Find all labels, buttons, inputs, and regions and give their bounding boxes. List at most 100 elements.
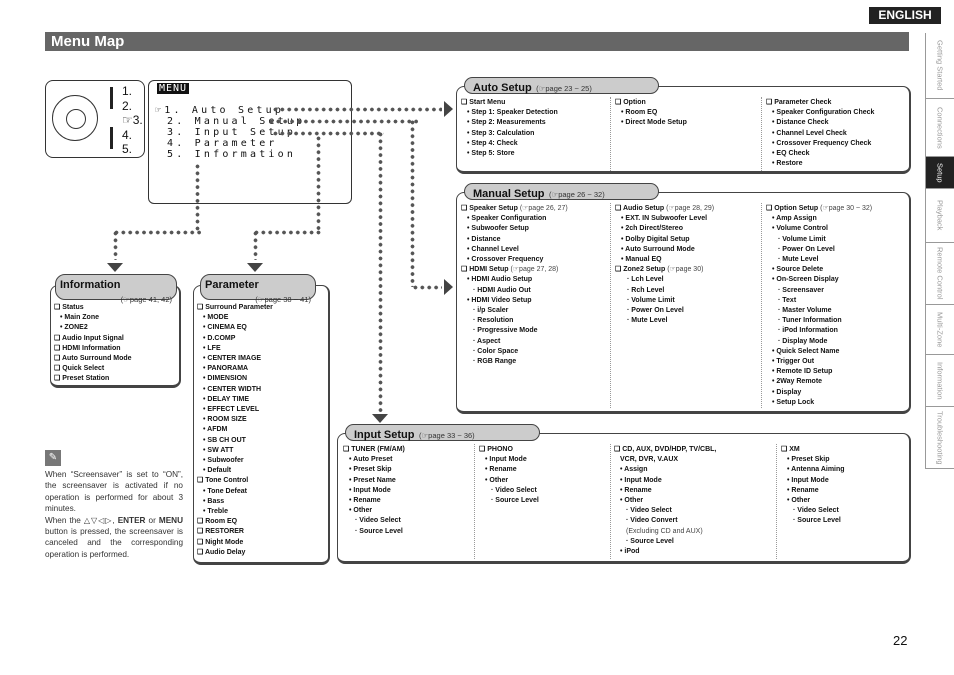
- menu-entry: • Manual EQ: [615, 255, 714, 265]
- manual-setup-col-3: ❑ Option Setup (☞page 30 ~ 32) • Amp Assi…: [766, 204, 872, 408]
- input-setup-page-ref: (☞page 33 ~ 36): [418, 431, 475, 440]
- parameter-tab[interactable]: Parameter (☞page 38 ~ 41): [200, 274, 316, 304]
- menu-entry: · Screensaver: [766, 286, 872, 296]
- menu-entry: • Input Mode: [343, 486, 405, 496]
- entry-label: · RGB Range: [473, 358, 517, 366]
- menu-entry: • Step 3: Calculation: [461, 129, 558, 139]
- menu-screen: MENU ☞1. Auto Setup 2. Manual Setup 3. I…: [148, 80, 352, 204]
- menu-entry: • Input Mode: [614, 476, 716, 486]
- side-tab-playback[interactable]: Playback: [925, 189, 954, 243]
- menu-entry: • Other: [614, 496, 716, 506]
- menu-entry: • Bass: [197, 497, 273, 507]
- parameter-page-ref: (☞page 38 ~ 41): [255, 295, 311, 304]
- input-setup-col-3: ❑ CD, AUX, DVD/HDP, TV/CBL, VCR, DVR, V.A…: [614, 445, 716, 557]
- menu-entry: • SB CH OUT: [197, 436, 273, 446]
- menu-entry: • HDMI Video Setup: [461, 296, 568, 306]
- menu-entry: · Mute Level: [615, 316, 714, 326]
- menu-entry: • D.COMP: [197, 334, 273, 344]
- entry-label: · i/p Scaler: [473, 307, 509, 315]
- connector-information-v2: [113, 230, 118, 260]
- side-tab-label: Troubleshooting: [935, 410, 945, 465]
- menu-item-parameter[interactable]: 4. Parameter: [167, 138, 278, 149]
- entry-label: • Dolby Digital Setup: [621, 235, 690, 243]
- information-tab[interactable]: Information (☞page 41, 42): [55, 274, 177, 304]
- connector-manual-setup-h2: [412, 285, 442, 290]
- entry-label: · Screensaver: [778, 286, 824, 294]
- parameter-title: Parameter: [205, 279, 259, 291]
- menu-item-information[interactable]: 5. Information: [167, 149, 296, 160]
- menu-entry: • SW ATT: [197, 446, 273, 456]
- menu-entry: • Dolby Digital Setup: [615, 235, 714, 245]
- arrow-information-icon: [107, 263, 123, 272]
- side-tab-troubleshooting[interactable]: Troubleshooting: [925, 407, 954, 469]
- entry-label: • On-Screen Display: [772, 276, 839, 284]
- menu-group-heading: ❑ Audio Delay: [197, 548, 273, 558]
- manual-setup-tab[interactable]: Manual Setup (☞page 26 ~ 32): [464, 183, 659, 200]
- menu-entry: • Antenna Aiming: [781, 465, 845, 475]
- menu-entry: • Default: [197, 466, 273, 476]
- entry-label: • Step 4: Check: [467, 139, 518, 147]
- menu-entry: · Mute Level: [766, 255, 872, 265]
- enter-key-label: ENTER: [117, 515, 146, 525]
- menu-entry: • MODE: [197, 313, 273, 323]
- page-ref: (☞page 28, 29): [666, 205, 715, 212]
- menu-entry: · Volume Limit: [766, 235, 872, 245]
- entry-label: · Display Mode: [778, 337, 828, 345]
- menu-entry: · Display Mode: [766, 337, 872, 347]
- entry-label: • 2ch Direct/Stereo: [621, 225, 683, 233]
- menu-entry: · Video Select: [343, 516, 405, 526]
- menu-entry: · Lch Level: [615, 275, 714, 285]
- menu-entry: • Speaker Configuration: [461, 214, 568, 224]
- entry-label: • Main Zone: [60, 314, 100, 322]
- menu-entry: • Trigger Out: [766, 357, 872, 367]
- menu-entry: • Subwoofer: [197, 456, 273, 466]
- input-setup-tab[interactable]: Input Setup (☞page 33 ~ 36): [345, 424, 540, 441]
- manual-setup-col-2: ❑ Audio Setup (☞page 28, 29) • EXT. IN Su…: [615, 204, 714, 326]
- connector-parameter-h: [253, 230, 321, 235]
- arrow-input-setup-icon: [372, 414, 388, 423]
- menu-entry: • Amp Assign: [766, 214, 872, 224]
- side-tab-multi-zone[interactable]: Multi-Zone: [925, 305, 954, 355]
- menu-group-heading: ❑ HDMI Information: [54, 344, 132, 354]
- entry-label: ❑ PHONO: [479, 446, 513, 453]
- side-tab-remote-control[interactable]: Remote Control: [925, 243, 954, 305]
- entry-label: • ZONE2: [60, 324, 88, 332]
- auto-setup-tab[interactable]: Auto Setup (☞page 23 ~ 25): [464, 77, 659, 94]
- menu-entry: · i/p Scaler: [461, 306, 568, 316]
- entry-label: • Auto Preset: [349, 456, 393, 464]
- menu-group-heading: ❑ Night Mode: [197, 538, 273, 548]
- entry-label: ❑ Status: [54, 304, 84, 311]
- entry-label: · Source Level: [793, 517, 841, 525]
- side-tab-getting-started[interactable]: Getting Started: [925, 33, 954, 99]
- entry-label: • Distance Check: [772, 119, 829, 127]
- menu-entry: • Assign: [614, 465, 716, 475]
- menu-item-auto-setup[interactable]: ☞1. Auto Setup: [155, 105, 284, 116]
- side-tab-information[interactable]: Information: [925, 355, 954, 407]
- menu-entry: • Step 1: Speaker Detection: [461, 108, 558, 118]
- menu-entry: · Video Select: [614, 506, 716, 516]
- side-tab-nav: Getting Started Connections Setup Playback R…: [925, 33, 954, 469]
- manual-setup-page-ref: (☞page 26 ~ 32): [548, 190, 605, 199]
- entry-label: • Remote ID Setup: [772, 368, 833, 376]
- side-tab-label: Connections: [935, 106, 945, 149]
- menu-group-heading: VCR, DVR, V.AUX: [614, 455, 716, 465]
- side-tab-label: Remote Control: [935, 247, 945, 300]
- entry-label: (Excluding CD and AUX): [626, 527, 703, 535]
- menu-group-heading: ❑ Room EQ: [197, 517, 273, 527]
- entry-label: • Source Delete: [772, 266, 824, 274]
- menu-entry: • Direct Mode Setup: [615, 118, 687, 128]
- menu-entry: • Other: [343, 506, 405, 516]
- entry-label: ❑ TUNER (FM/AM): [343, 446, 405, 453]
- side-tab-setup[interactable]: Setup: [925, 157, 954, 189]
- page-ref: (☞page 27, 28): [510, 266, 559, 274]
- entry-label: • HDMI Audio Setup: [467, 276, 533, 284]
- side-tab-connections[interactable]: Connections: [925, 99, 954, 157]
- entry-label: • Input Mode: [620, 476, 662, 484]
- entry-label: • iPod: [620, 548, 640, 556]
- parameter-col: ❑ Surround Parameter • MODE • CINEMA EQ • D…: [197, 303, 273, 558]
- input-setup-col-1: ❑ TUNER (FM/AM) • Auto Preset • Preset Ski…: [343, 445, 405, 537]
- parameter-panel: ❑ Surround Parameter • MODE • CINEMA EQ • D…: [193, 285, 330, 565]
- menu-entry: · HDMI Audio Out: [461, 286, 568, 296]
- entry-label: • Distance: [467, 235, 501, 243]
- menu-entry: • ROOM SIZE: [197, 415, 273, 425]
